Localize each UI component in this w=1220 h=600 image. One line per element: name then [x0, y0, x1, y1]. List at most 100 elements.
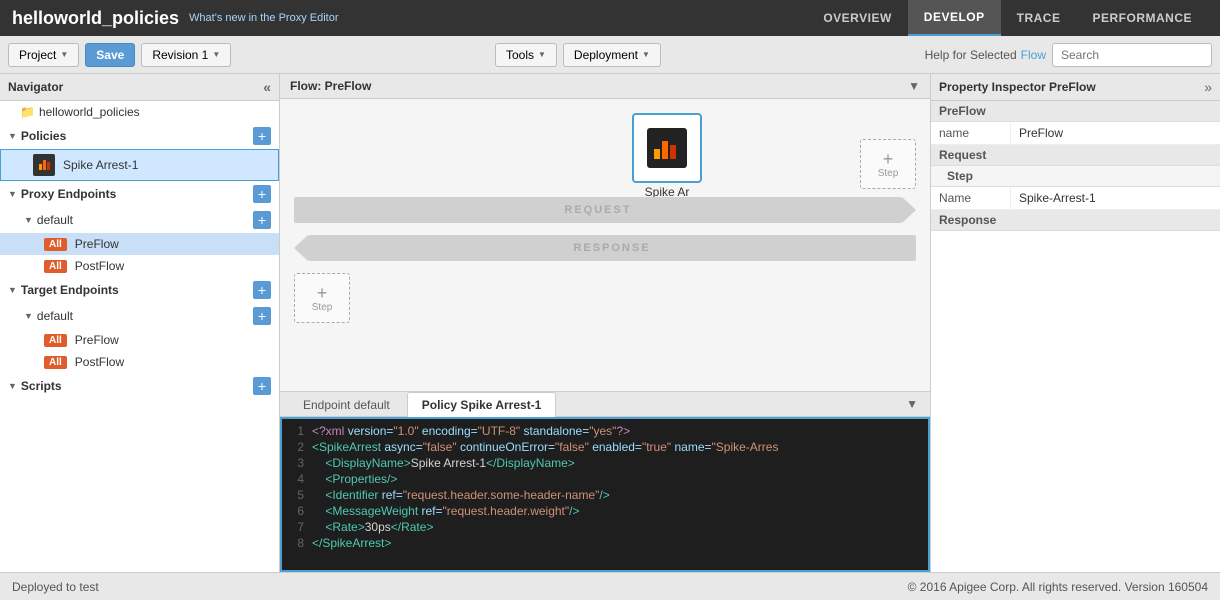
- save-button[interactable]: Save: [85, 43, 135, 67]
- response-label: RESPONSE: [573, 242, 650, 254]
- step-add-box[interactable]: + Step: [860, 139, 916, 189]
- flow-canvas: Spike Arrest-1 + Step REQUEST: [280, 99, 930, 391]
- target-preflow-badge: All: [44, 334, 67, 347]
- step-add-label-bottom: Step: [312, 302, 333, 313]
- proxy-default-add-button[interactable]: +: [253, 211, 271, 229]
- nav-spike-arrest[interactable]: Spike Arrest-1: [0, 149, 279, 181]
- nav-proxy-preflow[interactable]: All PreFlow: [0, 233, 279, 255]
- scripts-triangle: ▼: [8, 381, 17, 391]
- tab-endpoint-default[interactable]: Endpoint default: [288, 392, 405, 417]
- revision-button[interactable]: Revision 1 ▼: [141, 43, 231, 67]
- search-input[interactable]: [1052, 43, 1212, 67]
- nav-performance[interactable]: PERFORMANCE: [1076, 0, 1208, 36]
- whats-new-link[interactable]: What's new in the Proxy Editor: [189, 12, 338, 24]
- pi-header: Property Inspector PreFlow »: [931, 74, 1220, 101]
- target-endpoints-add-button[interactable]: +: [253, 281, 271, 299]
- step-add-plus-bottom: +: [317, 284, 328, 302]
- target-endpoints-triangle: ▼: [8, 285, 17, 295]
- postflow-label: PostFlow: [75, 259, 124, 273]
- nav-target-preflow[interactable]: All PreFlow: [0, 329, 279, 351]
- xml-line-4: 4 <Properties/>: [282, 471, 928, 487]
- header-left: helloworld_policies What's new in the Pr…: [12, 8, 339, 29]
- pi-request-section: Request: [931, 145, 1220, 166]
- nav-trace[interactable]: TRACE: [1001, 0, 1077, 36]
- nav-root-item[interactable]: 📁 helloworld_policies: [0, 101, 279, 123]
- nav-target-postflow[interactable]: All PostFlow: [0, 351, 279, 373]
- xml-line-5: 5 <Identifier ref="request.header.some-h…: [282, 487, 928, 503]
- nav-section-policies[interactable]: ▼ Policies +: [0, 123, 279, 149]
- pi-step-name-row: Name Spike-Arrest-1: [931, 187, 1220, 210]
- policies-add-button[interactable]: +: [253, 127, 271, 145]
- navigator-header: Navigator «: [0, 74, 279, 101]
- flow-title: Flow: PreFlow: [290, 79, 371, 93]
- top-nav: OVERVIEW DEVELOP TRACE PERFORMANCE: [807, 0, 1208, 36]
- target-preflow-label: PreFlow: [75, 333, 119, 347]
- main-layout: Navigator « 📁 helloworld_policies ▼ Poli…: [0, 74, 1220, 572]
- request-label: REQUEST: [564, 204, 631, 216]
- xml-line-8: 8 </SpikeArrest>: [282, 535, 928, 551]
- tools-label: Tools: [506, 48, 534, 62]
- app-title: helloworld_policies: [12, 8, 179, 29]
- target-postflow-badge: All: [44, 356, 67, 369]
- xml-line-2: 2 <SpikeArrest async="false" continueOnE…: [282, 439, 928, 455]
- xml-editor: Endpoint default Policy Spike Arrest-1 ▼…: [280, 391, 930, 572]
- root-item-label: helloworld_policies: [39, 105, 140, 119]
- request-row: REQUEST: [280, 197, 930, 223]
- tools-button[interactable]: Tools ▼: [495, 43, 557, 67]
- project-label: Project: [19, 48, 56, 62]
- nav-target-default[interactable]: ▼ default +: [0, 303, 279, 329]
- nav-overview[interactable]: OVERVIEW: [807, 0, 907, 36]
- pi-preflow-section: PreFlow: [931, 101, 1220, 122]
- xml-tabs: Endpoint default Policy Spike Arrest-1 ▼: [280, 392, 930, 417]
- line-num-3: 3: [282, 456, 312, 470]
- pi-name-val: PreFlow: [1011, 122, 1220, 144]
- deployment-label: Deployment: [574, 48, 638, 62]
- xml-tab-chevron[interactable]: ▼: [902, 393, 922, 415]
- preflow-label: PreFlow: [75, 237, 119, 251]
- line-num-8: 8: [282, 536, 312, 550]
- request-arrow: [902, 197, 916, 223]
- revision-label: Revision 1: [152, 48, 208, 62]
- nav-develop[interactable]: DEVELOP: [908, 0, 1001, 36]
- xml-line-7: 7 <Rate>30ps</Rate>: [282, 519, 928, 535]
- pi-step-section: Step: [931, 166, 1220, 187]
- target-default-triangle: ▼: [24, 311, 33, 321]
- nav-section-target-endpoints[interactable]: ▼ Target Endpoints +: [0, 277, 279, 303]
- status-left: Deployed to test: [12, 580, 99, 594]
- deployment-chevron: ▼: [642, 50, 650, 59]
- policies-triangle: ▼: [8, 131, 17, 141]
- nav-section-scripts[interactable]: ▼ Scripts +: [0, 373, 279, 399]
- pi-step-name-val: Spike-Arrest-1: [1011, 187, 1220, 209]
- navigator-collapse[interactable]: «: [263, 79, 271, 95]
- pi-name-row: name PreFlow: [931, 122, 1220, 145]
- deployment-button[interactable]: Deployment ▼: [563, 43, 661, 67]
- scripts-add-button[interactable]: +: [253, 377, 271, 395]
- step-add-box-bottom[interactable]: + Step: [294, 273, 350, 323]
- spike-arrest-icon: [33, 154, 55, 176]
- xml-line-1: 1 <?xml version="1.0" encoding="UTF-8" s…: [282, 423, 928, 439]
- nav-proxy-postflow[interactable]: All PostFlow: [0, 255, 279, 277]
- flow-collapse-btn[interactable]: ▼: [908, 79, 920, 93]
- project-button[interactable]: Project ▼: [8, 43, 79, 67]
- xml-content[interactable]: 1 <?xml version="1.0" encoding="UTF-8" s…: [280, 417, 930, 572]
- nav-section-proxy-endpoints[interactable]: ▼ Proxy Endpoints +: [0, 181, 279, 207]
- step-add-plus: +: [883, 150, 894, 168]
- target-postflow-label: PostFlow: [75, 355, 124, 369]
- scripts-label: Scripts: [21, 379, 62, 393]
- proxy-default-triangle: ▼: [24, 215, 33, 225]
- target-default-add-button[interactable]: +: [253, 307, 271, 325]
- postflow-badge: All: [44, 260, 67, 273]
- pi-expand-btn[interactable]: »: [1204, 79, 1212, 95]
- tab-policy-spike-arrest[interactable]: Policy Spike Arrest-1: [407, 392, 557, 417]
- toolbar: Project ▼ Save Revision 1 ▼ Tools ▼ Depl…: [0, 36, 1220, 74]
- nav-proxy-default[interactable]: ▼ default +: [0, 207, 279, 233]
- save-label: Save: [96, 48, 124, 62]
- flow-header: Flow: PreFlow ▼: [280, 74, 930, 99]
- proxy-endpoints-add-button[interactable]: +: [253, 185, 271, 203]
- proxy-endpoints-triangle: ▼: [8, 189, 17, 199]
- step-add-label: Step: [878, 168, 899, 179]
- status-bar: Deployed to test © 2016 Apigee Corp. All…: [0, 572, 1220, 600]
- line-num-1: 1: [282, 424, 312, 438]
- flow-link[interactable]: Flow: [1021, 48, 1046, 62]
- response-arrow: [294, 235, 308, 261]
